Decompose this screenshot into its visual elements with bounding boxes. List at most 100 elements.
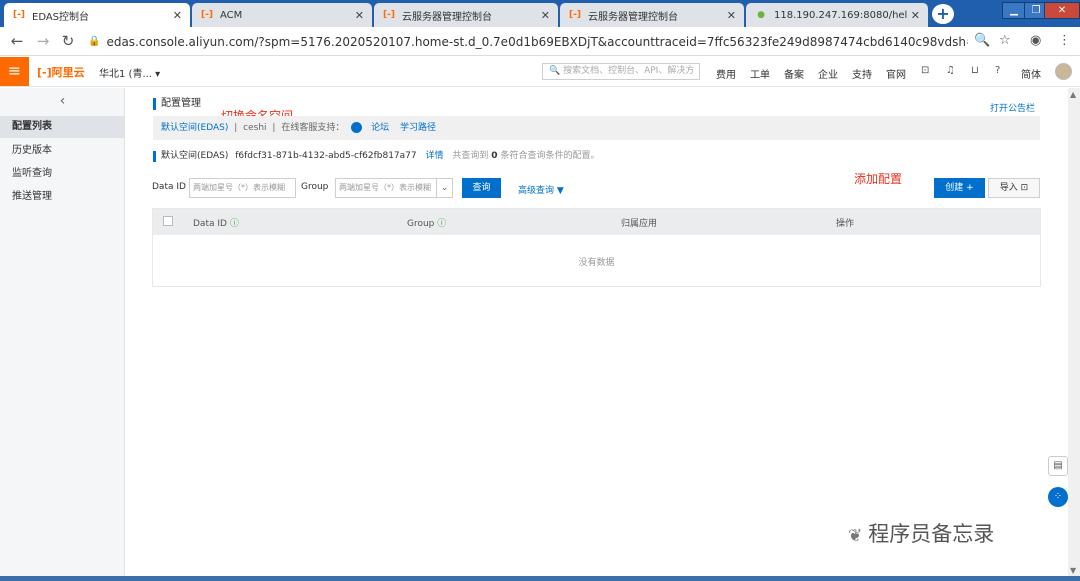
reload-icon[interactable]: ↻ bbox=[60, 32, 76, 50]
nav-support[interactable]: 支持 bbox=[852, 66, 872, 81]
dataid-search-input[interactable]: 两端加星号（*）表示模糊 bbox=[189, 178, 296, 198]
nav-billing[interactable]: 费用 bbox=[716, 66, 736, 81]
browser-tab-ecs-2[interactable]: [-] 云服务器管理控制台 ✕ bbox=[560, 3, 744, 27]
apps-grid-icon[interactable]: ⁘ bbox=[1048, 487, 1068, 507]
lock-icon: 🔒 bbox=[88, 36, 101, 47]
wechat-icon: ❦ bbox=[848, 526, 863, 546]
aliyun-icon: [-] bbox=[13, 10, 25, 20]
forum-link[interactable]: 论坛 bbox=[371, 123, 389, 133]
close-icon[interactable]: ✕ bbox=[541, 9, 550, 22]
query-button[interactable]: 查询 bbox=[462, 178, 501, 198]
sidebar: ‹ 配置列表 历史版本 监听查询 推送管理 bbox=[0, 88, 125, 578]
collapse-chevron-left-icon[interactable]: ‹ bbox=[0, 90, 125, 112]
aliyun-icon: [-] bbox=[383, 10, 395, 20]
help-icon[interactable]: ⓘ bbox=[230, 219, 239, 229]
tab-title: ACM bbox=[220, 9, 243, 21]
close-icon[interactable]: ✕ bbox=[355, 9, 364, 22]
region-selector[interactable]: 华北1 (青... ▾ bbox=[99, 65, 160, 80]
namespace-details-link[interactable]: 详情 bbox=[426, 151, 444, 161]
namespace-ceshi-link[interactable]: ceshi bbox=[243, 123, 266, 133]
separator: | bbox=[234, 123, 238, 133]
scroll-down-arrow-icon[interactable]: ▼ bbox=[1070, 566, 1076, 575]
create-config-button[interactable]: 创建 + bbox=[934, 178, 985, 198]
browser-tab-strip: [-] EDAS控制台 ✕ [-] ACM ✕ [-] 云服务器管理控制台 ✕ … bbox=[0, 0, 1080, 27]
leaf-icon: ● bbox=[757, 10, 765, 20]
close-icon[interactable]: ✕ bbox=[911, 9, 920, 22]
url-text: edas.console.aliyun.com/?spm=5176.202052… bbox=[106, 34, 968, 49]
sidebar-item-config-list[interactable]: 配置列表 bbox=[0, 116, 125, 138]
hamburger-menu-icon[interactable]: ≡ bbox=[0, 57, 29, 86]
nav-filing[interactable]: 备案 bbox=[784, 66, 804, 81]
feedback-chat-icon[interactable]: ▤ bbox=[1048, 456, 1068, 476]
open-announcement-link[interactable]: 打开公告栏 bbox=[990, 101, 1035, 114]
advanced-query-link[interactable]: 高级查询 ▼ bbox=[518, 183, 564, 196]
import-button[interactable]: 导入 ⊡ bbox=[988, 178, 1040, 198]
sidebar-item-history[interactable]: 历史版本 bbox=[0, 140, 125, 162]
close-icon[interactable]: ✕ bbox=[727, 9, 736, 22]
page-title: 配置管理 bbox=[153, 98, 201, 110]
group-label: Group bbox=[301, 182, 329, 192]
namespace-default-link[interactable]: 默认空间(EDAS) bbox=[161, 123, 228, 133]
watermark: ❦ 程序员备忘录 bbox=[848, 522, 995, 546]
column-header-dataid: Data ID ⓘ bbox=[193, 219, 239, 229]
help-icon[interactable]: ⓘ bbox=[437, 219, 446, 229]
console-top-nav: ≡ [-]阿里云 华北1 (青... ▾ 🔍 搜索文档、控制台、API、解决方 … bbox=[0, 57, 1080, 87]
browser-tab-edas[interactable]: [-] EDAS控制台 ✕ bbox=[4, 3, 190, 27]
column-header-actions: 操作 bbox=[836, 219, 855, 229]
new-tab-plus-icon[interactable]: + bbox=[932, 4, 954, 24]
namespace-info: 默认空间(EDAS) f6fdcf31-871b-4132-abd5-cf62f… bbox=[153, 151, 599, 162]
back-arrow-icon[interactable]: ← bbox=[9, 32, 25, 50]
aliyun-logo[interactable]: [-]阿里云 bbox=[37, 64, 85, 80]
language-switch[interactable]: 简体 bbox=[1021, 66, 1041, 81]
namespace-name: 默认空间(EDAS) bbox=[161, 151, 229, 161]
support-label: 在线客服支持： bbox=[281, 123, 345, 133]
avatar[interactable] bbox=[1055, 63, 1072, 80]
nav-tickets[interactable]: 工单 bbox=[750, 66, 770, 81]
bell-icon[interactable]: ♫ bbox=[946, 65, 955, 76]
tab-title: EDAS控制台 bbox=[32, 11, 90, 23]
dataid-label: Data ID bbox=[152, 182, 186, 192]
column-header-app: 归属应用 bbox=[621, 219, 658, 229]
customer-service-icon[interactable] bbox=[351, 122, 363, 133]
url-field[interactable]: 🔒 edas.console.aliyun.com/?spm=5176.2020… bbox=[88, 31, 968, 52]
close-window-icon[interactable]: ✕ bbox=[1044, 2, 1080, 19]
learning-path-link[interactable]: 学习路径 bbox=[400, 123, 436, 133]
aliyun-icon: [-] bbox=[569, 10, 581, 20]
nav-enterprise[interactable]: 企业 bbox=[818, 66, 838, 81]
sidebar-item-push-management[interactable]: 推送管理 bbox=[0, 186, 125, 208]
config-table: Data ID ⓘ Group ⓘ 归属应用 操作 没有数据 bbox=[152, 208, 1041, 287]
bookmark-star-icon[interactable]: ☆ bbox=[999, 33, 1011, 48]
nav-website[interactable]: 官网 bbox=[886, 66, 906, 81]
import-icon: ⊡ bbox=[1020, 183, 1029, 193]
cart-icon[interactable]: ⊔ bbox=[971, 65, 979, 76]
tab-title: 云服务器管理控制台 bbox=[402, 11, 492, 23]
annotation-add-config: 添加配置 bbox=[854, 172, 903, 186]
vertical-scrollbar[interactable]: ▲ ▼ bbox=[1068, 88, 1080, 578]
forward-arrow-icon[interactable]: → bbox=[35, 32, 51, 50]
browser-menu-icon[interactable]: ⋮ bbox=[1058, 33, 1071, 48]
minimize-window-icon[interactable]: ▁ bbox=[1002, 2, 1026, 19]
global-search-input[interactable]: 🔍 搜索文档、控制台、API、解决方 bbox=[542, 63, 700, 80]
group-search-input[interactable]: 两端加星号（*）表示模糊 bbox=[335, 178, 437, 198]
tab-title: 云服务器管理控制台 bbox=[588, 11, 678, 23]
zoom-search-icon[interactable]: 🔍 bbox=[974, 33, 990, 48]
sidebar-item-listener-query[interactable]: 监听查询 bbox=[0, 163, 125, 185]
main-content: 配置管理 切换命名空间 打开公告栏 默认空间(EDAS) | ceshi | 在… bbox=[126, 88, 1066, 578]
browser-tab-ecs-1[interactable]: [-] 云服务器管理控制台 ✕ bbox=[374, 3, 558, 27]
help-icon[interactable]: ? bbox=[995, 65, 1000, 76]
select-all-checkbox[interactable] bbox=[163, 216, 173, 226]
terminal-icon[interactable]: ⊡ bbox=[921, 65, 929, 76]
profile-icon[interactable]: ◉ bbox=[1030, 33, 1041, 48]
browser-tab-acm[interactable]: [-] ACM ✕ bbox=[192, 3, 372, 27]
close-icon[interactable]: ✕ bbox=[173, 9, 182, 22]
table-header: Data ID ⓘ Group ⓘ 归属应用 操作 bbox=[153, 209, 1040, 235]
scroll-up-arrow-icon[interactable]: ▲ bbox=[1070, 90, 1076, 99]
address-bar: ← → ↻ 🔒 edas.console.aliyun.com/?spm=517… bbox=[0, 27, 1080, 56]
namespace-id: f6fdcf31-871b-4132-abd5-cf62fb817a77 bbox=[235, 151, 417, 161]
chevron-down-icon[interactable]: ⌄ bbox=[437, 178, 453, 198]
os-taskbar bbox=[0, 576, 1080, 581]
browser-tab-hello[interactable]: ● 118.190.247.169:8080/hello/\ ✕ bbox=[746, 3, 928, 27]
aliyun-icon: [-] bbox=[201, 10, 213, 20]
tab-title: 118.190.247.169:8080/hello/\ bbox=[774, 9, 907, 21]
result-summary: 共查询到 0 条符合查询条件的配置。 bbox=[452, 151, 600, 161]
